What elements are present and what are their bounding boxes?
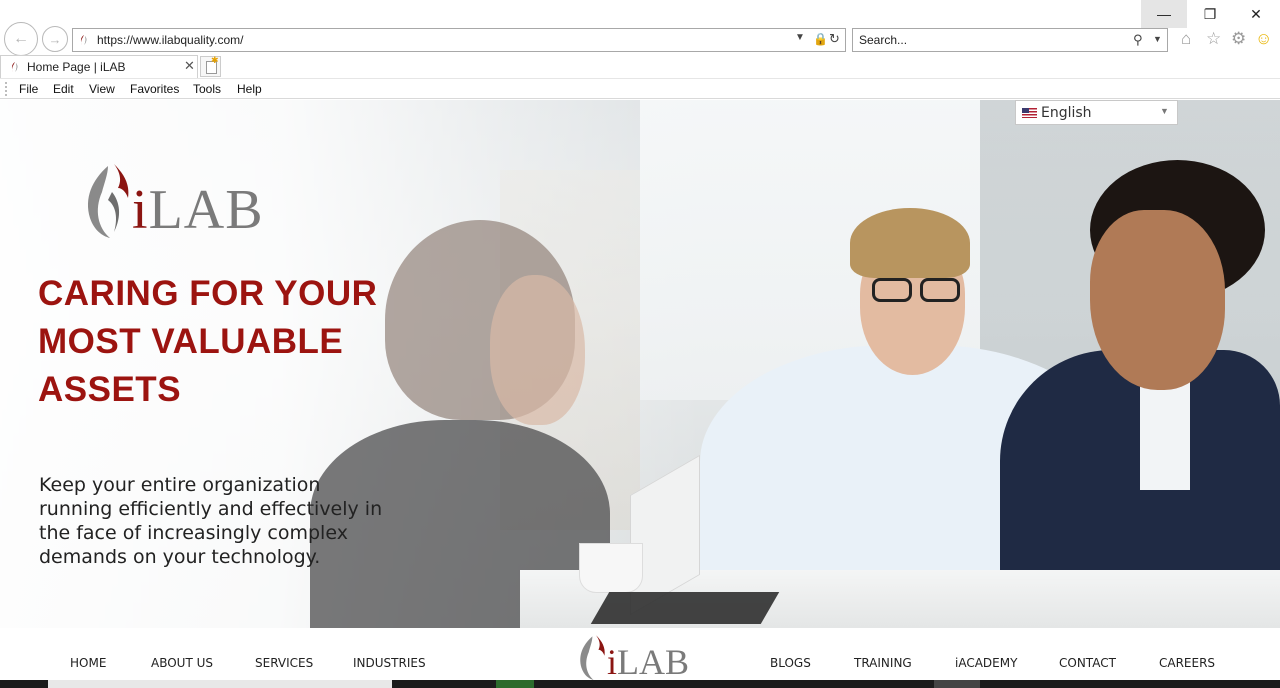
nav-home[interactable]: HOME [70, 656, 106, 670]
star-icon[interactable]: ☆ [1206, 29, 1221, 49]
nav-logo[interactable]: iLAB [577, 634, 707, 680]
hero-subtext: Keep your entire organization running ef… [39, 474, 383, 568]
lock-icon[interactable]: 🔒 [813, 32, 828, 46]
refresh-icon[interactable]: ↻ [829, 31, 840, 47]
site-favicon-icon [80, 35, 87, 45]
logo-wordmark: iLAB [132, 179, 264, 241]
forward-button[interactable]: → [42, 26, 68, 52]
language-selector[interactable]: English ▼ [1015, 100, 1178, 125]
os-taskbar [0, 680, 1280, 688]
us-flag-icon [1022, 108, 1037, 118]
hero-photo-glasses [866, 278, 966, 304]
nav-logo-wordmark: iLAB [607, 642, 690, 682]
gear-icon[interactable]: ⚙ [1231, 29, 1246, 49]
hero-photo-woman-face [490, 275, 585, 425]
flame-logo-icon [88, 164, 129, 238]
menu-help[interactable]: Help [237, 82, 262, 96]
search-icon[interactable]: ⚲ [1133, 32, 1143, 48]
url-text[interactable]: https://www.ilabquality.com/ [97, 33, 244, 47]
taskbar-search[interactable] [48, 680, 392, 688]
menu-grip [5, 82, 7, 96]
flame-logo-icon [580, 635, 605, 680]
headline-line: MOST VALUABLE [38, 322, 344, 361]
chevron-down-icon: ▼ [1160, 106, 1169, 116]
address-bar[interactable]: https://www.ilabquality.com/ ▼ 🔒 ↻ [72, 28, 846, 52]
hero-section: iLAB CARING FOR YOUR MOST VALUABLE ASSET… [0, 100, 1280, 628]
browser-chrome: — ❐ ✕ ← → https://www.ilabquality.com/ ▼… [0, 0, 1280, 100]
hero-photo-man-hair [850, 208, 970, 278]
nav-industries[interactable]: INDUSTRIES [353, 656, 426, 670]
forward-arrow-icon: → [48, 31, 62, 47]
menu-view[interactable]: View [89, 82, 115, 96]
address-dropdown-icon[interactable]: ▼ [795, 32, 805, 43]
web-page: iLAB CARING FOR YOUR MOST VALUABLE ASSET… [0, 100, 1280, 688]
search-box[interactable]: ⚲ ▼ [852, 28, 1168, 52]
home-icon[interactable]: ⌂ [1181, 29, 1191, 49]
menu-bar: File Edit View Favorites Tools Help [0, 78, 1280, 99]
site-logo[interactable]: iLAB [84, 162, 269, 242]
restore-button[interactable]: ❐ [1187, 0, 1233, 28]
new-tab-button[interactable] [200, 55, 221, 77]
headline-line: ASSETS [38, 370, 182, 409]
nav-iacademy[interactable]: iACADEMY [955, 656, 1017, 670]
nav-careers[interactable]: CAREERS [1159, 656, 1215, 670]
headline-line: CARING FOR YOUR [38, 274, 378, 313]
taskbar-app[interactable] [496, 680, 534, 688]
nav-about-us[interactable]: ABOUT US [151, 656, 213, 670]
menu-tools[interactable]: Tools [193, 82, 221, 96]
taskbar-app[interactable] [934, 680, 980, 688]
close-tab-icon[interactable]: ✕ [184, 58, 195, 74]
tab-favicon-icon [11, 62, 18, 72]
tab-home-page[interactable]: Home Page | iLAB ✕ [0, 55, 198, 78]
close-window-button[interactable]: ✕ [1233, 0, 1279, 28]
language-label: English [1041, 105, 1092, 121]
back-arrow-icon: ← [13, 30, 29, 47]
nav-training[interactable]: TRAINING [854, 656, 912, 670]
menu-favorites[interactable]: Favorites [130, 82, 179, 96]
tab-title: Home Page | iLAB [27, 60, 126, 74]
hero-photo-cup [580, 544, 642, 592]
hero-photo-man2-face [1090, 210, 1225, 390]
nav-services[interactable]: SERVICES [255, 656, 313, 670]
menu-edit[interactable]: Edit [53, 82, 74, 96]
smiley-icon[interactable]: ☺ [1255, 29, 1272, 49]
hero-headline: CARING FOR YOUR MOST VALUABLE ASSETS [38, 270, 398, 414]
menu-file[interactable]: File [19, 82, 38, 96]
search-input[interactable] [859, 32, 1119, 48]
search-dropdown-icon[interactable]: ▼ [1153, 34, 1162, 44]
site-navigation: HOME ABOUT US SERVICES INDUSTRIES iLAB B… [0, 628, 1280, 680]
nav-contact[interactable]: CONTACT [1059, 656, 1116, 670]
back-button[interactable]: ← [4, 22, 38, 56]
hero-photo-tablet [590, 592, 780, 624]
nav-blogs[interactable]: BLOGS [770, 656, 811, 670]
minimize-button[interactable]: — [1141, 0, 1187, 28]
